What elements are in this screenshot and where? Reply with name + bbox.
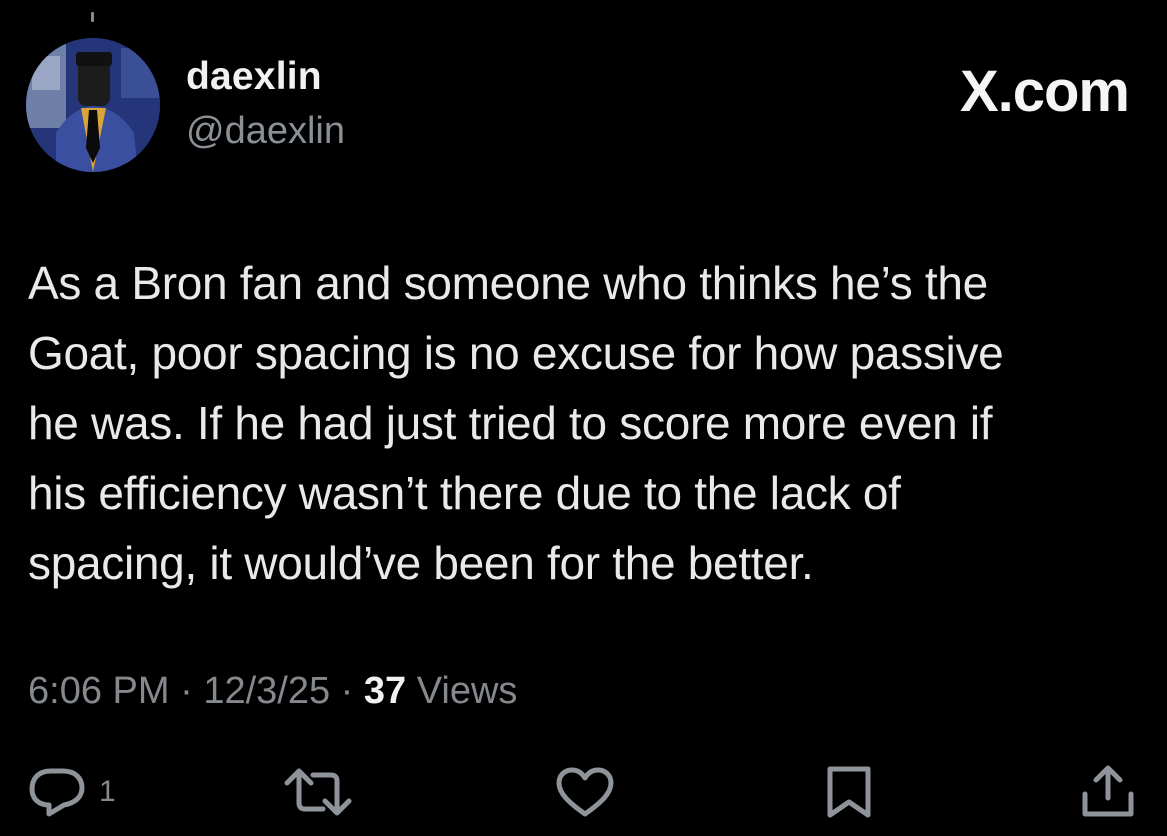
like-icon [556, 767, 614, 817]
brand-watermark: X.com [959, 59, 1130, 124]
reply-count: 1 [99, 775, 116, 808]
tweet-time[interactable]: 6:06 PM [28, 670, 170, 712]
tweet-line: he was. If he had just tried to score mo… [28, 397, 993, 449]
tweet-meta: 6:06 PM · 12/3/25 · 37 Views [28, 670, 517, 713]
reply-button[interactable]: 1 [27, 762, 116, 822]
repost-button[interactable] [283, 762, 353, 822]
tweet-date[interactable]: 12/3/25 [203, 670, 330, 712]
reply-icon [29, 768, 85, 817]
tweet-text: As a Bron fan and someone who thinks he’… [28, 248, 1148, 598]
tweet-line: spacing, it would’ve been for the better… [28, 537, 814, 589]
action-bar: 1 [0, 762, 1167, 832]
meta-separator: · [340, 670, 354, 712]
repost-icon [284, 768, 352, 816]
meta-separator: · [180, 670, 193, 712]
like-button[interactable] [554, 762, 616, 822]
views-count: 37 [363, 670, 407, 712]
display-name[interactable]: daexlin [186, 55, 322, 99]
tweet-line: As a Bron fan and someone who thinks he’… [28, 257, 988, 309]
share-button[interactable] [1077, 762, 1139, 822]
avatar[interactable] [26, 38, 160, 172]
tweet-line: his efficiency wasn’t there due to the l… [28, 467, 901, 519]
views-label: Views [416, 670, 518, 712]
share-icon [1082, 765, 1134, 817]
tweet-line: Goat, poor spacing is no excuse for how … [28, 327, 1004, 379]
bookmark-button[interactable] [822, 762, 876, 822]
avatar-image [26, 38, 160, 172]
status-indicator [91, 12, 94, 22]
user-handle[interactable]: @daexlin [186, 110, 345, 153]
bookmark-icon [827, 766, 871, 818]
